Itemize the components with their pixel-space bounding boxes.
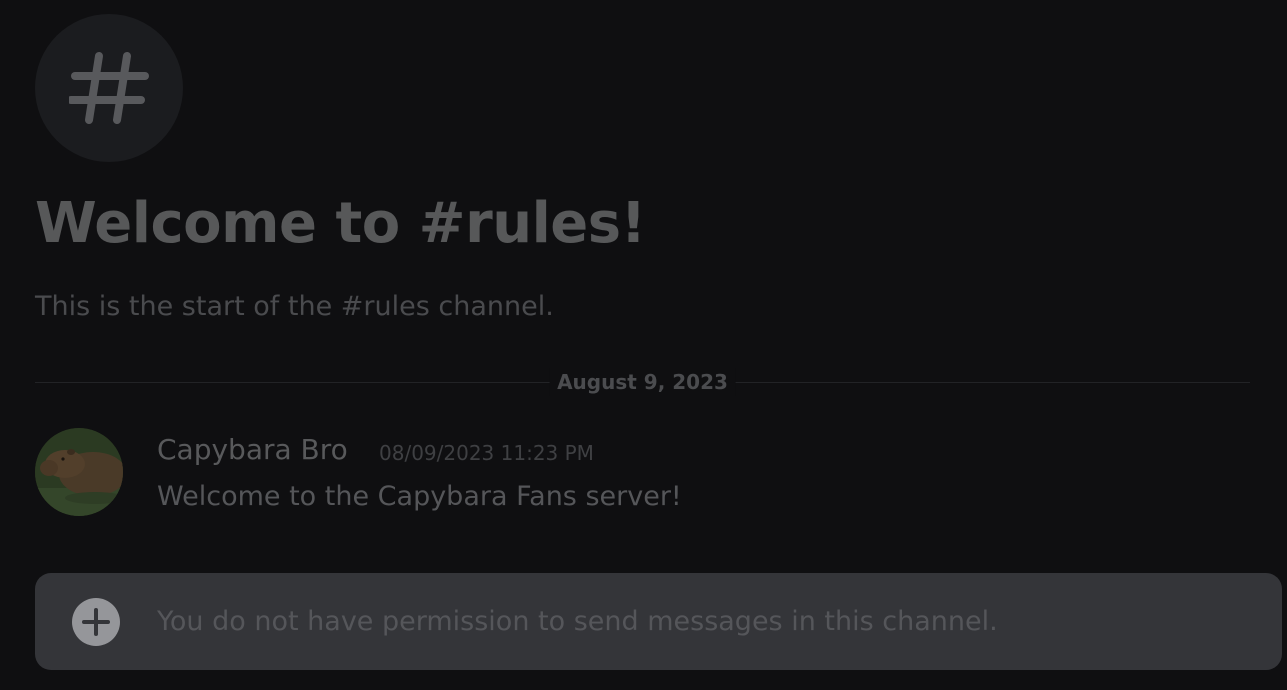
capybara-avatar-icon: [35, 428, 123, 516]
message-composer: You do not have permission to send messa…: [35, 573, 1282, 670]
add-attachment-button[interactable]: [71, 597, 121, 647]
channel-welcome-subtitle: This is the start of the #rules channel.: [35, 291, 554, 322]
message-timestamp: 08/09/2023 11:23 PM: [379, 441, 594, 465]
date-divider: August 9, 2023: [35, 366, 1250, 398]
hash-icon: [69, 52, 149, 124]
composer-placeholder: You do not have permission to send messa…: [157, 606, 998, 637]
user-avatar[interactable]: [35, 428, 123, 516]
message-item: Capybara Bro 08/09/2023 11:23 PM Welcome…: [35, 428, 1235, 520]
channel-welcome-title: Welcome to #rules!: [35, 191, 646, 256]
message-author[interactable]: Capybara Bro: [157, 430, 348, 470]
channel-icon-badge: [35, 14, 183, 162]
message-content: Welcome to the Capybara Fans server!: [157, 481, 682, 512]
divider-date: August 9, 2023: [549, 368, 736, 396]
plus-circle-icon: [72, 598, 120, 646]
